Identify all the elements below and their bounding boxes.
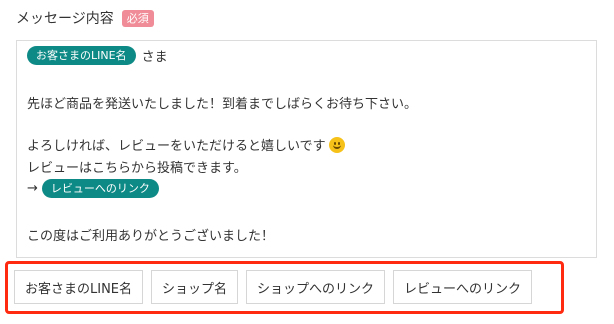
insert-customer-line-name-button[interactable]: お客さまのLINE名	[14, 270, 144, 304]
field-label-row: メッセージ内容 必須	[16, 8, 154, 28]
message-line-review-link: → レビューへのリンク	[27, 179, 159, 198]
insert-variable-buttons: お客さまのLINE名 ショップ名 ショップへのリンク レビューへのリンク	[14, 270, 533, 304]
required-badge: 必須	[121, 9, 154, 27]
customer-line-name-chip[interactable]: お客さまのLINE名	[27, 46, 136, 65]
smiling-face-icon	[328, 136, 345, 153]
message-editor[interactable]: お客さまのLINE名 さま 先ほど商品を発送いたしました！到着までしばらくお待ち…	[16, 40, 597, 258]
honorific-text: さま	[141, 50, 168, 65]
message-line-review-where: レビューはこちらから投稿できます。	[27, 161, 247, 176]
review-link-chip[interactable]: レビューへのリンク	[41, 179, 159, 198]
review-request-text: よろしければ、レビューをいただけると嬉しいです	[27, 139, 326, 154]
insert-shop-name-button[interactable]: ショップ名	[151, 270, 239, 304]
insert-shop-link-button[interactable]: ショップへのリンク	[246, 270, 386, 304]
field-label: メッセージ内容	[16, 11, 114, 27]
message-line-review-request: よろしければ、レビューをいただけると嬉しいです	[27, 135, 345, 154]
message-line-thanks: この度はご利用ありがとうございました！	[27, 229, 275, 244]
arrow-right-icon: →	[27, 181, 38, 196]
insert-review-link-button[interactable]: レビューへのリンク	[393, 270, 533, 304]
message-line-shipped: 先ほど商品を発送いたしました！到着までしばらくお待ち下さい。	[27, 97, 418, 112]
message-line-greeting: お客さまのLINE名 さま	[27, 46, 168, 65]
